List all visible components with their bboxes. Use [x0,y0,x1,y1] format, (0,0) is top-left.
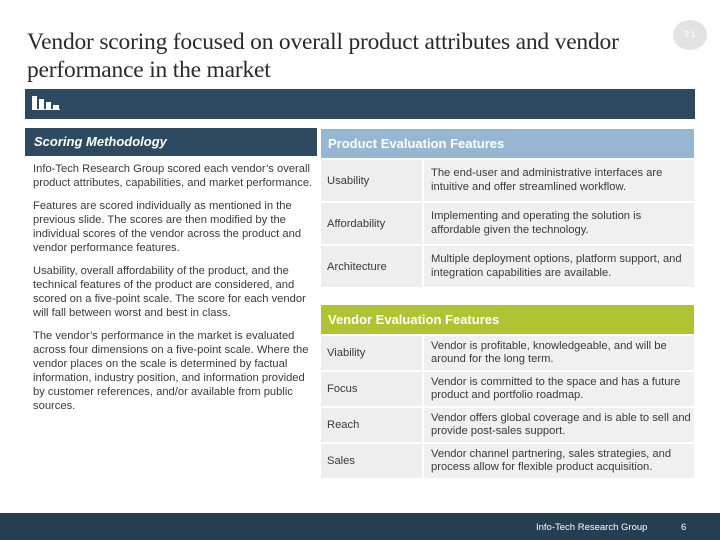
feature-name: Usability [321,160,422,201]
feature-name: Reach [321,408,422,442]
feature-name: Architecture [321,246,422,287]
feature-name: Viability [321,336,422,370]
table-row: Usability The end-user and administrativ… [321,160,694,201]
bar-chart-logo-icon [32,96,64,110]
feature-description: Vendor channel partnering, sales strateg… [424,444,694,478]
methodology-paragraph: Features are scored individually as ment… [33,200,302,254]
slide-title: Vendor scoring focused on overall produc… [27,29,619,83]
header-banner [25,89,695,119]
feature-description: Vendor offers global coverage and is abl… [424,408,694,442]
methodology-paragraph: Usability, overall affordability of the … [33,265,306,319]
feature-description: Multiple deployment options, platform su… [424,246,694,287]
feature-name: Sales [321,444,422,478]
methodology-paragraph: Info-Tech Research Group scored each ven… [33,163,313,189]
scoring-methodology-body: Info-Tech Research Group scored each ven… [33,162,318,422]
feature-name: Affordability [321,203,422,244]
vendor-evaluation-table: Vendor Evaluation Features Viability Ven… [321,305,694,478]
table-row: Reach Vendor offers global coverage and … [321,408,694,442]
product-evaluation-table: Product Evaluation Features Usability Th… [321,129,694,287]
feature-name: Focus [321,372,422,406]
methodology-paragraph: The vendor’s performance in the market i… [33,330,309,412]
page-number: 6 [681,522,687,533]
feature-description: Implementing and operating the solution … [424,203,694,244]
table-row: Viability Vendor is profitable, knowledg… [321,336,694,370]
footer-bar: Info-Tech Research Group 6 [0,513,720,540]
section-badge: 2.1 [673,20,707,50]
table-row: Architecture Multiple deployment options… [321,246,694,287]
footer-organization: Info-Tech Research Group [536,522,648,533]
feature-description: Vendor is profitable, knowledgeable, and… [424,336,694,370]
vendor-evaluation-heading: Vendor Evaluation Features [321,305,694,334]
product-evaluation-heading: Product Evaluation Features [321,129,694,158]
table-row: Affordability Implementing and operating… [321,203,694,244]
scoring-methodology-heading: Scoring Methodology [25,128,317,156]
feature-description: Vendor is committed to the space and has… [424,372,694,406]
table-row: Focus Vendor is committed to the space a… [321,372,694,406]
feature-description: The end-user and administrative interfac… [424,160,694,201]
table-row: Sales Vendor channel partnering, sales s… [321,444,694,478]
